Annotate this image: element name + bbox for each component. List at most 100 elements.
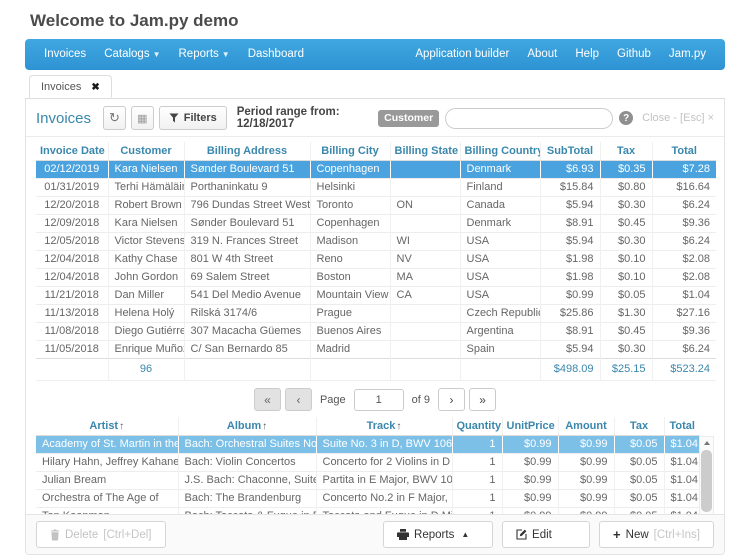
new-button[interactable]: + New [Ctrl+Ins] [599, 521, 714, 548]
column-header-billing-city[interactable]: Billing City [310, 142, 390, 161]
invoice-row[interactable]: 11/13/2018Helena HolýRilská 3174/6Prague… [36, 305, 716, 323]
table-cell: Dan Miller [108, 287, 184, 305]
invoice-row[interactable]: 11/21/2018Dan Miller541 Del Medio Avenue… [36, 287, 716, 305]
navbar-left-group: InvoicesCatalogs▼Reports▼Dashboard [35, 39, 313, 70]
invoice-row[interactable]: 12/04/2018John Gordon69 Salem StreetBost… [36, 269, 716, 287]
invoice-row[interactable]: 11/08/2018Diego Gutiérrez307 Macacha Güe… [36, 323, 716, 341]
invoice-detail-row[interactable]: Julian BreamJ.S. Bach: Chaconne, Suite i… [36, 472, 700, 490]
nav-item-help[interactable]: Help [566, 39, 608, 70]
table-cell: $5.94 [540, 233, 600, 251]
column-header-billing-state[interactable]: Billing State [390, 142, 460, 161]
invoice-row[interactable]: 12/05/2018Victor Stevens319 N. Frances S… [36, 233, 716, 251]
column-header-tax[interactable]: Tax [614, 417, 664, 436]
table-cell: $1.04 [664, 490, 700, 508]
invoice-detail-row[interactable]: Academy of St. Martin in theBach: Orches… [36, 436, 700, 454]
invoice-detail-row[interactable]: Hilary Hahn, Jeffrey Kahane, LosBach: Vi… [36, 454, 700, 472]
close-icon[interactable]: × [708, 112, 714, 124]
column-header-billing-address[interactable]: Billing Address [184, 142, 310, 161]
invoice-detail-row[interactable]: Orchestra of The Age ofBach: The Branden… [36, 490, 700, 508]
invoice-row[interactable]: 02/12/2019Kara NielsenSønder Boulevard 5… [36, 161, 716, 179]
column-header-amount[interactable]: Amount [558, 417, 614, 436]
column-header-total[interactable]: Total [664, 417, 700, 436]
nav-item-invoices[interactable]: Invoices [35, 39, 95, 70]
table-cell: 1 [452, 436, 502, 454]
page-number-input[interactable] [354, 389, 404, 411]
table-cell: 319 N. Frances Street [184, 233, 310, 251]
nav-item-github[interactable]: Github [608, 39, 660, 70]
tab-bar: Invoices ✖ [25, 74, 725, 99]
delete-label: Delete [65, 529, 98, 541]
scrollbar-thumb[interactable] [701, 450, 712, 512]
column-header-track[interactable]: Track↑ [316, 417, 452, 436]
prev-page-button[interactable]: ‹ [285, 388, 312, 411]
panel-title: Invoices [36, 110, 91, 127]
nav-item-application-builder[interactable]: Application builder [406, 39, 518, 70]
nav-item-reports[interactable]: Reports▼ [170, 39, 239, 70]
invoice-row[interactable]: 11/05/2018Enrique MuñozC/ San Bernardo 8… [36, 341, 716, 359]
tab-invoices[interactable]: Invoices ✖ [29, 75, 112, 98]
first-page-button[interactable]: « [254, 388, 281, 411]
nav-item-jam-py[interactable]: Jam.py [660, 39, 715, 70]
table-cell: USA [460, 233, 540, 251]
summary-cell [184, 359, 310, 381]
column-header-invoice-date[interactable]: Invoice Date [36, 142, 108, 161]
table-cell: NV [390, 251, 460, 269]
column-header-quantity[interactable]: Quantity [452, 417, 502, 436]
table-cell: $2.08 [652, 251, 716, 269]
table-cell: 12/09/2018 [36, 215, 108, 233]
filters-button[interactable]: Filters [159, 106, 227, 130]
nav-item-catalogs[interactable]: Catalogs▼ [95, 39, 169, 70]
column-header-unitprice[interactable]: UnitPrice [502, 417, 558, 436]
table-cell: $0.99 [502, 472, 558, 490]
table-cell: $1.98 [540, 251, 600, 269]
nav-item-dashboard[interactable]: Dashboard [239, 39, 313, 70]
invoice-row[interactable]: 12/09/2018Kara NielsenSønder Boulevard 5… [36, 215, 716, 233]
scroll-up-icon[interactable] [700, 437, 713, 449]
table-cell: Terhi Hämäläinen [108, 179, 184, 197]
column-header-subtotal[interactable]: SubTotal [540, 142, 600, 161]
column-header-total[interactable]: Total [652, 142, 716, 161]
help-icon[interactable]: ? [619, 111, 633, 125]
table-cell: 541 Del Medio Avenue [184, 287, 310, 305]
close-panel-label[interactable]: Close - [Esc] × [642, 112, 714, 124]
delete-shortcut: [Ctrl+Del] [103, 529, 151, 541]
view-grid-button[interactable]: ▦ [131, 106, 154, 130]
new-label: New [626, 529, 649, 541]
next-page-button[interactable]: › [438, 388, 465, 411]
table-cell: 11/13/2018 [36, 305, 108, 323]
last-page-button[interactable]: » [469, 388, 496, 411]
refresh-button[interactable]: ↻ [103, 106, 126, 130]
table-cell: $6.24 [652, 233, 716, 251]
filters-label: Filters [184, 112, 217, 124]
column-header-tax[interactable]: Tax [600, 142, 652, 161]
column-header-album[interactable]: Album↑ [178, 417, 316, 436]
table-cell: $27.16 [652, 305, 716, 323]
table-cell: $1.98 [540, 269, 600, 287]
tab-close-icon[interactable]: ✖ [91, 82, 99, 93]
table-cell: $6.24 [652, 341, 716, 359]
table-cell: $0.45 [600, 323, 652, 341]
column-header-billing-country[interactable]: Billing Country [460, 142, 540, 161]
table-cell: Concerto for 2 Violins in D Minor, [316, 454, 452, 472]
table-cell: Czech Republic [460, 305, 540, 323]
column-header-artist[interactable]: Artist↑ [36, 417, 178, 436]
table-cell: WI [390, 233, 460, 251]
invoice-row[interactable]: 12/04/2018Kathy Chase801 W 4th StreetRen… [36, 251, 716, 269]
table-cell: 1 [452, 472, 502, 490]
invoice-row[interactable]: 01/31/2019Terhi HämäläinenPorthaninkatu … [36, 179, 716, 197]
nav-item-about[interactable]: About [518, 39, 566, 70]
reports-label: Reports [414, 529, 454, 541]
edit-button[interactable]: Edit [502, 521, 590, 548]
table-cell: $0.45 [600, 215, 652, 233]
reports-button[interactable]: Reports ▲ [383, 521, 493, 548]
customer-search-input[interactable] [445, 108, 613, 129]
caret-up-icon: ▲ [461, 530, 469, 539]
invoice-row[interactable]: 12/20/2018Robert Brown796 Dundas Street … [36, 197, 716, 215]
table-cell: Bach: The Brandenburg [178, 490, 316, 508]
table-cell: $0.30 [600, 233, 652, 251]
delete-button[interactable]: Delete [Ctrl+Del] [36, 521, 166, 548]
table-cell: 69 Salem Street [184, 269, 310, 287]
page-title: Welcome to Jam.py demo [30, 11, 750, 31]
column-header-customer[interactable]: Customer [108, 142, 184, 161]
filter-funnel-icon [169, 113, 179, 123]
